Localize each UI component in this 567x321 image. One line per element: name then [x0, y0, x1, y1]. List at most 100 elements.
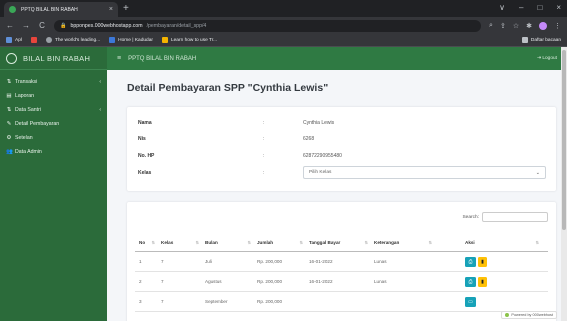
cell-kelas: 7: [161, 259, 164, 264]
bookmark-kadudar[interactable]: Home | Kadudar: [109, 37, 153, 43]
kelas-select-value: Pilih Kelas: [309, 170, 332, 175]
student-detail-card: Nama : Cynthia Lewis Nis : 6268 No. HP :…: [127, 107, 556, 191]
payment-icon: ▭: [468, 298, 473, 305]
table-header: No ⇅ Kelas ⇅ Bulan ⇅ Jumlah ⇅ Tanggal Bayar ⇅…: [135, 233, 548, 252]
scrollbar-thumb[interactable]: [562, 50, 566, 230]
back-button[interactable]: ←: [6, 21, 14, 30]
share-icon[interactable]: ⇪: [500, 22, 506, 30]
print-button[interactable]: ⎙: [465, 256, 476, 267]
sidebar-item-data-santri[interactable]: ⇅ Data Santri ‹: [0, 103, 107, 117]
github-icon: [45, 37, 52, 43]
page-title: Detail Pembayaran SPP "Cynthia Lewis": [127, 82, 329, 94]
column-header-aksi[interactable]: Aksi ⇅: [465, 233, 545, 251]
close-window-button[interactable]: ×: [556, 2, 561, 14]
browser-tab[interactable]: PPTQ BILAL BIN RABAH ×: [4, 2, 118, 17]
column-header-no[interactable]: No ⇅: [139, 233, 161, 251]
trash-icon: ▮: [481, 258, 484, 265]
navbar-title: PPTQ BILAL BIN RABAH: [128, 55, 197, 62]
detail-row-kelas: Kelas : Pilih Kelas ⌄: [138, 165, 546, 180]
zoom-icon[interactable]: ⌕: [489, 22, 493, 30]
sort-icon: ⇅: [299, 239, 303, 245]
gear-icon: ⚙: [6, 135, 12, 141]
detail-value: 6268: [303, 136, 315, 142]
column-header-kelas[interactable]: Kelas ⇅: [161, 233, 205, 251]
detail-key: Nis: [138, 136, 146, 142]
minimize-button[interactable]: –: [519, 2, 523, 14]
star-icon[interactable]: ☆: [513, 22, 519, 30]
sidebar-item-data-admin[interactable]: 👥 Data Admin: [0, 145, 107, 159]
detail-row-nis: Nis : 6268: [138, 133, 546, 145]
delete-button[interactable]: ▮: [478, 256, 487, 267]
column-header-tanggal[interactable]: Tanggal Bayar ⇅: [309, 233, 374, 251]
window-controls: ∨ – □ ×: [499, 2, 561, 14]
url-input[interactable]: 🔒 bpponpes.000webhostapp.com/pembayaran/…: [54, 19, 482, 32]
delete-button[interactable]: ▮: [478, 276, 487, 287]
cell-kelas: 7: [161, 299, 164, 304]
detail-separator: :: [263, 169, 265, 176]
reload-button[interactable]: C: [38, 21, 46, 30]
table-row: 3 7 September Rp. 200,000 ▭: [135, 292, 548, 312]
kelas-select[interactable]: Pilih Kelas ⌄: [303, 166, 546, 179]
sidebar-item-label: Data Admin: [15, 149, 42, 155]
sort-icon: ⇅: [364, 239, 368, 245]
extensions-icon[interactable]: ✱: [526, 22, 532, 30]
tab-search-icon[interactable]: ∨: [499, 2, 505, 14]
profile-avatar[interactable]: [539, 21, 547, 30]
bookmark-github[interactable]: The world's leading...: [45, 37, 100, 43]
apps-icon: [6, 37, 12, 43]
cell-bulan: September: [205, 299, 228, 304]
favicon-icon: [9, 6, 16, 13]
cell-keterangan: Lunas: [374, 279, 387, 284]
reading-list[interactable]: Daftar bacaan: [521, 37, 561, 43]
logout-button[interactable]: ⇥ Logout: [537, 56, 557, 61]
hamburger-icon[interactable]: ≡: [117, 55, 121, 62]
menu-icon[interactable]: ⋮: [554, 22, 561, 30]
cell-kelas: 7: [161, 279, 164, 284]
sidebar: BILAL BIN RABAH ⇅ Transaksi ‹ ▤ Laporan …: [0, 47, 107, 321]
sidebar-item-laporan[interactable]: ▤ Laporan: [0, 89, 107, 103]
tab-close-icon[interactable]: ×: [109, 6, 113, 13]
lock-icon: 🔒: [60, 22, 67, 29]
column-header-bulan[interactable]: Bulan ⇅: [205, 233, 257, 251]
column-header-keterangan[interactable]: Keterangan ⇅: [374, 233, 438, 251]
pay-button[interactable]: ▭: [465, 296, 476, 307]
bookmark-youtube[interactable]: [30, 37, 37, 43]
print-button[interactable]: ⎙: [465, 276, 476, 287]
brand-title: BILAL BIN RABAH: [23, 53, 91, 63]
sidebar-item-detail-pembayaran[interactable]: ✎ Detail Pembayaran: [0, 117, 107, 131]
sidebar-item-label: Transaksi: [15, 79, 38, 85]
exchange-icon: ⇅: [6, 79, 12, 85]
reading-list-icon: [521, 37, 528, 43]
cell-keterangan: Lunas: [374, 259, 387, 264]
url-host: bpponpes.000webhostapp.com: [70, 22, 143, 29]
sidebar-item-setelan[interactable]: ⚙ Setelan: [0, 131, 107, 145]
search-label: Search:: [462, 214, 479, 220]
browser-tab-bar: PPTQ BILAL BIN RABAH × + ∨ – □ ×: [0, 0, 567, 17]
new-tab-button[interactable]: +: [123, 2, 129, 15]
hosting-badge[interactable]: Powered by 000webhost: [501, 311, 557, 319]
cell-bulan: Agustus: [205, 279, 222, 284]
hosting-badge-label: Powered by 000webhost: [511, 313, 553, 317]
bookmarks-bar: Apl The world's leading... Home | Kaduda…: [0, 34, 567, 47]
bookmark-apps[interactable]: Apl: [6, 37, 22, 43]
maximize-button[interactable]: □: [537, 2, 542, 14]
detail-value: 62872290955480: [303, 153, 342, 159]
search-input[interactable]: [482, 212, 548, 222]
sidebar-item-label: Laporan: [15, 93, 35, 99]
toolbar-icons: ⌕ ⇪ ☆ ✱ ⋮: [489, 21, 561, 30]
sidebar-item-transaksi[interactable]: ⇅ Transaksi ‹: [0, 75, 107, 89]
column-header-jumlah[interactable]: Jumlah ⇅: [257, 233, 309, 251]
sort-icon: ⇅: [151, 239, 155, 245]
sort-icon: ⇅: [195, 239, 199, 245]
bookmark-learn[interactable]: Learn how to use Tr...: [161, 37, 217, 43]
page-scrollbar[interactable]: [561, 47, 567, 321]
brand[interactable]: BILAL BIN RABAH: [0, 47, 107, 70]
print-icon: ⎙: [468, 258, 473, 265]
sort-icon: ⇅: [428, 239, 432, 245]
table-search: Search:: [462, 212, 548, 222]
report-icon: ▤: [6, 93, 12, 99]
chevron-down-icon: ⌄: [535, 169, 540, 176]
forward-button[interactable]: →: [22, 21, 30, 30]
edit-icon: ✎: [6, 121, 12, 127]
detail-row-nama: Nama : Cynthia Lewis: [138, 117, 546, 129]
